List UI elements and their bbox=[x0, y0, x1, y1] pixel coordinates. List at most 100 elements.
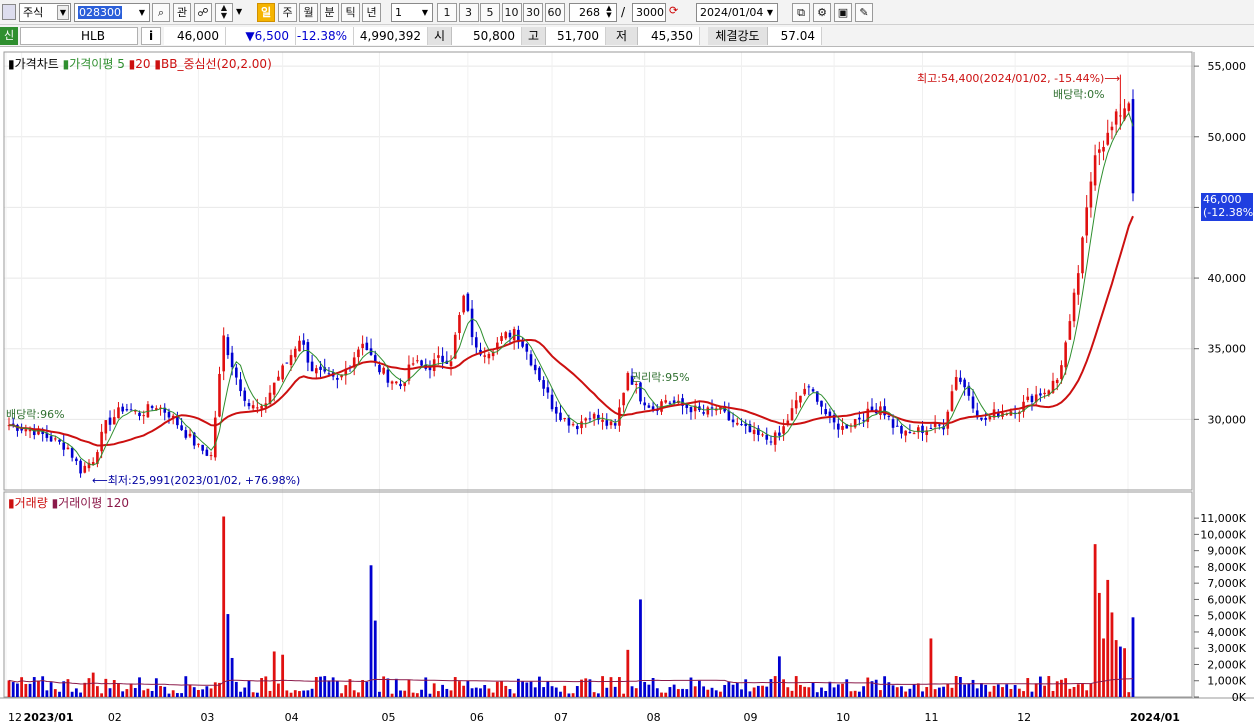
interval-preset-60[interactable]: 60 bbox=[544, 3, 565, 22]
volume-bar bbox=[470, 688, 474, 697]
volume-tick-label: 7,000K bbox=[1207, 577, 1246, 590]
period-button-2[interactable]: 분 bbox=[320, 3, 339, 22]
search-button[interactable]: ⌕ bbox=[152, 3, 170, 22]
volume-bar bbox=[323, 676, 327, 697]
candle-body bbox=[378, 364, 381, 373]
period-button-4[interactable]: 년 bbox=[362, 3, 381, 22]
period-button-3[interactable]: 틱 bbox=[341, 3, 360, 22]
interest-button[interactable]: 관 bbox=[173, 3, 191, 22]
interval-preset-30[interactable]: 30 bbox=[523, 3, 543, 22]
volume-panel-frame bbox=[3, 491, 1193, 698]
export-icon[interactable]: ⧉ bbox=[792, 3, 810, 22]
candle-body bbox=[929, 428, 933, 430]
info-button[interactable]: i bbox=[141, 27, 161, 45]
gear-icon[interactable]: ⚙ bbox=[813, 3, 831, 22]
volume-bar bbox=[357, 692, 360, 697]
candle-body bbox=[365, 342, 369, 351]
dropdown-arrow-icon[interactable]: ▼ bbox=[236, 7, 242, 16]
volume-bar bbox=[302, 690, 306, 697]
volume-bar bbox=[319, 676, 322, 697]
tool-icon[interactable] bbox=[2, 4, 16, 20]
candle-body bbox=[512, 329, 516, 341]
volume-bar bbox=[390, 693, 394, 697]
period-button-1[interactable]: 월 bbox=[299, 3, 318, 22]
volume-bar bbox=[723, 684, 727, 697]
volume-bar bbox=[352, 690, 356, 697]
change-value: ▼6,500 bbox=[226, 27, 296, 45]
volume-bar bbox=[967, 683, 971, 697]
stock-name[interactable]: HLB bbox=[20, 27, 138, 45]
candle-body bbox=[411, 363, 415, 365]
volume-bar bbox=[508, 689, 512, 697]
volume-bar bbox=[11, 682, 15, 697]
spin-icon[interactable]: ▲ ▼ bbox=[603, 5, 615, 20]
code-input[interactable]: 028300 ▼ bbox=[74, 3, 150, 22]
candle-body bbox=[298, 340, 301, 352]
volume-tick-label: 11,000K bbox=[1200, 512, 1246, 525]
volume-bar bbox=[735, 682, 739, 697]
price-tick-label: 50,000 bbox=[1208, 131, 1247, 144]
tools-icon[interactable]: ✎ bbox=[855, 3, 873, 22]
interval-preset-10[interactable]: 10 bbox=[501, 3, 522, 22]
volume-bar bbox=[365, 681, 369, 697]
candle-body bbox=[584, 418, 588, 421]
candle-body bbox=[782, 426, 785, 434]
volume-bar bbox=[630, 686, 634, 697]
volume-bar bbox=[327, 680, 331, 697]
volume-bar bbox=[373, 620, 377, 697]
volume-bar bbox=[1060, 679, 1063, 697]
volume-bar bbox=[138, 677, 141, 697]
candle-body bbox=[946, 411, 950, 429]
stock-chart[interactable]: 55,00050,00045,00040,00035,00030,00011,0… bbox=[0, 50, 1254, 727]
candle-body bbox=[1127, 103, 1131, 111]
volume-bar bbox=[1064, 678, 1068, 697]
legend-ma5: ▮가격이평 5 bbox=[62, 57, 125, 71]
x-tick-label: 2024/01 bbox=[1130, 711, 1180, 724]
volume-bar bbox=[1017, 688, 1021, 697]
stepper-button[interactable]: ▲ ▼ bbox=[215, 3, 233, 22]
interval-preset-1[interactable]: 1 bbox=[437, 3, 457, 22]
volume-bar bbox=[213, 682, 217, 697]
chart-area[interactable]: 55,00050,00045,00040,00035,00030,00011,0… bbox=[0, 50, 1254, 727]
volume-bar bbox=[428, 693, 432, 697]
market-select[interactable]: 주식 ▼ bbox=[19, 3, 71, 22]
volume-bar bbox=[49, 682, 53, 697]
candle-body bbox=[188, 433, 192, 437]
volume-bar bbox=[588, 679, 592, 697]
legend-volume-label: 거래량 bbox=[14, 496, 48, 510]
candle-body bbox=[235, 367, 238, 378]
volume-tick-label: 8,000K bbox=[1207, 561, 1246, 574]
candle-body bbox=[735, 422, 739, 425]
period-day-button[interactable]: 일 bbox=[257, 3, 275, 22]
volume-bar bbox=[567, 693, 571, 697]
interval-preset-5[interactable]: 5 bbox=[480, 3, 500, 22]
candle-body bbox=[689, 407, 693, 413]
interval-select[interactable]: 1 ▼ bbox=[391, 3, 433, 22]
volume-bar bbox=[192, 687, 196, 697]
volume-bar bbox=[91, 672, 95, 697]
volume-tick-label: 5,000K bbox=[1207, 610, 1246, 623]
period-button-0[interactable]: 주 bbox=[278, 3, 297, 22]
candle-body bbox=[1131, 99, 1135, 194]
volume-bar bbox=[765, 686, 769, 697]
volume-bar bbox=[45, 690, 49, 697]
count-input[interactable]: 268 ▲ ▼ bbox=[569, 3, 617, 22]
candle-body bbox=[959, 377, 962, 382]
volume-bar bbox=[1030, 691, 1034, 697]
candle-body bbox=[470, 308, 474, 338]
candle-body bbox=[100, 431, 103, 452]
link-button[interactable]: ☍ bbox=[194, 3, 212, 22]
date-input[interactable]: 2024/01/04 ▼ bbox=[696, 3, 778, 22]
save-icon[interactable]: ▣ bbox=[834, 3, 852, 22]
candle-body bbox=[984, 417, 987, 420]
volume-bar bbox=[685, 689, 689, 697]
volume-bar bbox=[1043, 685, 1046, 697]
interval-value: 1 bbox=[395, 6, 402, 19]
refresh-icon[interactable]: ⟳ bbox=[669, 4, 685, 20]
volume-bar bbox=[1009, 688, 1013, 697]
candle-body bbox=[803, 388, 806, 395]
volume-legend: ▮거래량 ▮거래이평 120 bbox=[8, 494, 129, 511]
legend-volume: ▮거래량 bbox=[8, 496, 48, 510]
interval-preset-3[interactable]: 3 bbox=[458, 3, 479, 22]
volume-bar bbox=[550, 686, 554, 697]
